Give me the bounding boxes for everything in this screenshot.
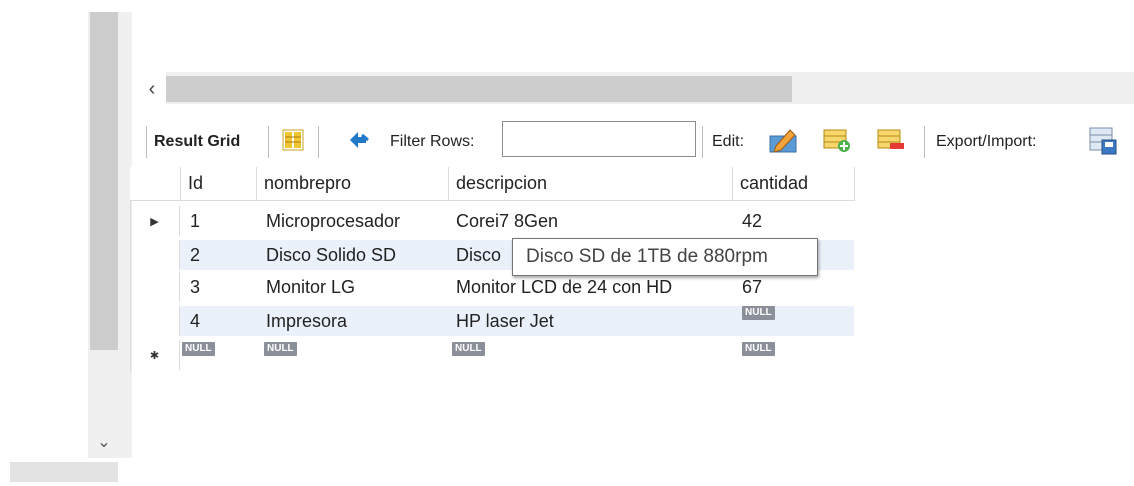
column-header-id[interactable]: Id <box>180 167 256 201</box>
table-row[interactable]: 1 Microprocesador Corei7 8Gen 42 <box>180 206 854 236</box>
cell-nombrepro[interactable]: Microprocesador <box>266 206 400 236</box>
cell-descripcion[interactable]: Corei7 8Gen <box>456 206 558 236</box>
column-header-descripcion[interactable]: descripcion <box>448 167 732 201</box>
result-grid-label[interactable]: Result Grid <box>154 133 240 151</box>
null-badge[interactable]: NULL <box>742 342 775 356</box>
column-divider <box>732 167 733 201</box>
column-header-label: Id <box>188 173 204 193</box>
refresh-icon[interactable] <box>346 128 372 152</box>
delete-row-icon[interactable] <box>876 128 906 154</box>
column-divider <box>180 167 181 201</box>
filter-rows-input[interactable] <box>502 121 696 157</box>
bottom-scrollbar-track[interactable] <box>10 462 118 482</box>
filter-rows-label: Filter Rows: <box>390 133 475 150</box>
cell-id[interactable]: 3 <box>190 272 200 302</box>
column-divider <box>256 167 257 201</box>
cell-tooltip: Disco SD de 1TB de 880rpm <box>512 238 818 276</box>
tooltip-text: Disco SD de 1TB de 880rpm <box>526 246 768 267</box>
toolbar-separator <box>318 126 319 158</box>
current-row-arrow-icon: ▶ <box>150 215 159 228</box>
null-badge[interactable]: NULL <box>452 342 485 356</box>
column-header-label: descripcion <box>456 173 548 193</box>
edit-label: Edit: <box>712 133 745 150</box>
table-row-new[interactable]: NULL NULL NULL NULL <box>180 340 854 370</box>
scroll-down-arrow-icon[interactable]: ⌄ <box>90 430 118 454</box>
null-badge[interactable]: NULL <box>264 342 297 356</box>
column-header-nombrepro[interactable]: nombrepro <box>256 167 448 201</box>
null-badge[interactable]: NULL <box>182 342 215 356</box>
vertical-scrollbar-thumb[interactable] <box>90 12 118 350</box>
row-marker[interactable] <box>130 306 180 336</box>
table-row[interactable]: 3 Monitor LG Monitor LCD de 24 con HD 67 <box>180 272 854 302</box>
row-marker[interactable]: ✱ <box>130 340 180 370</box>
horizontal-scrollbar-thumb[interactable] <box>166 76 792 102</box>
cell-nombrepro[interactable]: Monitor LG <box>266 272 355 302</box>
column-divider <box>448 167 449 201</box>
cell-id[interactable]: 4 <box>190 306 200 336</box>
cell-descripcion[interactable]: Monitor LCD de 24 con HD <box>456 272 672 302</box>
cell-descripcion[interactable]: HP laser Jet <box>456 306 554 336</box>
column-header-label: cantidad <box>740 173 809 193</box>
export-import-label: Export/Import: <box>936 133 1037 150</box>
row-marker[interactable] <box>130 272 180 302</box>
cell-nombrepro[interactable]: Disco Solido SD <box>266 240 396 270</box>
row-header-corner <box>130 167 180 201</box>
export-icon[interactable] <box>1088 126 1118 156</box>
cell-nombrepro[interactable]: Impresora <box>266 306 347 336</box>
add-row-icon[interactable] <box>822 128 852 154</box>
column-divider <box>854 167 855 201</box>
table-row[interactable]: 4 Impresora HP laser Jet NULL <box>180 306 854 336</box>
null-badge[interactable]: NULL <box>742 306 775 320</box>
cell-cantidad[interactable]: 67 <box>742 272 762 302</box>
cell-descripcion[interactable]: Disco <box>456 240 501 270</box>
toolbar-separator <box>702 126 703 158</box>
column-header-cantidad[interactable]: cantidad <box>732 167 854 201</box>
toolbar-separator <box>268 126 269 158</box>
cell-id[interactable]: 2 <box>190 240 200 270</box>
toolbar-separator <box>146 126 147 158</box>
row-marker[interactable] <box>130 240 180 270</box>
row-marker[interactable]: ▶ <box>130 206 180 236</box>
edit-pencil-icon[interactable] <box>768 126 800 154</box>
form-view-icon[interactable] <box>282 129 304 151</box>
scroll-left-arrow-icon[interactable]: ‹ <box>140 76 164 102</box>
column-header-label: nombrepro <box>264 173 352 193</box>
cell-id[interactable]: 1 <box>190 206 200 236</box>
new-row-asterisk-icon: ✱ <box>149 349 160 362</box>
toolbar-separator <box>924 126 925 158</box>
cell-cantidad[interactable]: 42 <box>742 206 762 236</box>
